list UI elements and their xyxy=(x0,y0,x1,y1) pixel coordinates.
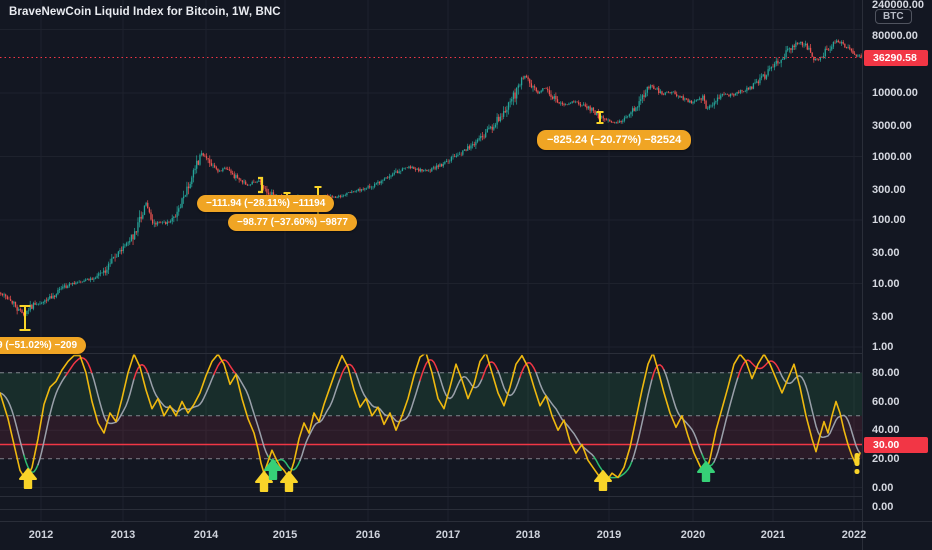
price-tick: 300.00 xyxy=(872,183,906,196)
time-tick-2012: 2012 xyxy=(28,529,54,541)
time-axis[interactable]: 2012 2013 2014 2015 2016 2017 2018 2019 2020 2021… xyxy=(0,522,932,550)
price-tick: 100.00 xyxy=(872,214,906,226)
price-tick: 3000.00 xyxy=(872,120,912,133)
candlestick-series xyxy=(0,39,862,317)
time-tick-2019: 2019 xyxy=(596,529,622,541)
oscillator-tick: 0.00 xyxy=(872,481,894,494)
time-tick-2020: 2020 xyxy=(680,529,706,541)
price-axis[interactable]: BTC 36290.58 30.00 240000.0080000.003000… xyxy=(862,0,932,522)
sub-pane-zero-tick: 0.00 xyxy=(872,501,894,513)
time-tick-2015: 2015 xyxy=(272,529,298,541)
price-tick: 30.00 xyxy=(872,247,900,260)
oscillator-bands xyxy=(0,372,862,460)
oscillator-level-label: 30.00 xyxy=(864,437,928,453)
price-range-marker[interactable] xyxy=(596,111,604,124)
time-tick-2016: 2016 xyxy=(355,529,381,541)
time-tick-2014: 2014 xyxy=(193,529,219,541)
oscillator-tick: 40.00 xyxy=(872,424,900,437)
current-price-label: 36290.58 xyxy=(864,49,928,66)
time-tick-2013: 2013 xyxy=(110,529,136,541)
time-tick-2017: 2017 xyxy=(435,529,461,541)
pane-separators xyxy=(0,0,932,550)
time-tick-2022: 2022 xyxy=(841,529,867,541)
change-callout[interactable]: −111.94 (−28.11%) −11194 xyxy=(197,195,335,212)
price-tick: 3.00 xyxy=(872,310,894,323)
change-callout[interactable]: −98.77 (−37.60%) −9877 xyxy=(228,214,357,231)
change-callout[interactable]: 9 (−51.02%) −209 xyxy=(0,337,87,354)
price-tick: 80000.00 xyxy=(872,29,918,42)
price-tick: 1000.00 xyxy=(872,150,912,163)
price-tick: 10.00 xyxy=(872,277,900,290)
oscillator-tick: 60.00 xyxy=(872,395,900,408)
chart-canvas[interactable] xyxy=(0,0,932,550)
chart-window: BraveNewCoin Liquid Index for Bitcoin, 1… xyxy=(0,0,932,550)
chart-title[interactable]: BraveNewCoin Liquid Index for Bitcoin, 1… xyxy=(9,6,281,18)
time-tick-2018: 2018 xyxy=(515,529,541,541)
oscillator-tick: 20.00 xyxy=(872,452,900,465)
price-tick: 1.00 xyxy=(872,341,894,353)
change-callout[interactable]: −825.24 (−20.77%) −82524 xyxy=(537,130,692,150)
oscillator-tick: 80.00 xyxy=(872,366,900,379)
time-tick-2021: 2021 xyxy=(760,529,786,541)
price-tick: 10000.00 xyxy=(872,87,918,99)
up-arrow-marker-yellow[interactable] xyxy=(280,471,298,492)
exclamation-marker[interactable] xyxy=(854,453,860,474)
btc-unit-badge[interactable]: BTC xyxy=(875,9,912,24)
